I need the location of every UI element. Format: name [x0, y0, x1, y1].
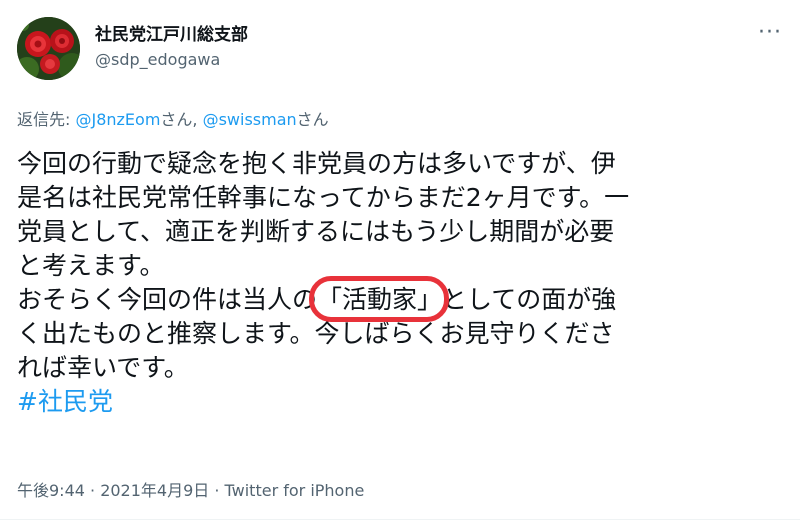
hashtag-link[interactable]: #社民党 — [17, 385, 787, 419]
tweet-text-segment: としての面が強 — [442, 285, 617, 314]
user-handle[interactable]: @sdp_edogawa — [95, 50, 220, 69]
tweet-text-line: 是名は社民党常任幹事になってからまだ2ヶ月です。一 — [17, 183, 630, 212]
reply-to-line: 返信先: @J8nzEomさん, @swissmanさん — [17, 106, 329, 130]
circled-phrase: 「活動家」 — [309, 276, 450, 322]
display-name[interactable]: 社民党江戸川総支部 — [95, 20, 248, 45]
avatar[interactable] — [17, 17, 80, 80]
tweet-text: 今回の行動で疑念を抱く非党員の方は多いですが、伊 是名は社民党常任幹事になってか… — [17, 147, 787, 419]
reply-mention-2[interactable]: @swissman — [203, 110, 297, 129]
reply-to-label: 返信先: — [17, 110, 76, 129]
reply-mention-1[interactable]: @J8nzEom — [75, 110, 160, 129]
divider — [0, 519, 800, 520]
tweet-text-line: く出たものと推察します。今しばらくお見守りくださ — [17, 319, 615, 348]
tweet-text-line: おそらく今回の件は当人の「活動家」 としての面が強 — [17, 276, 787, 322]
more-dots-icon[interactable]: ··· — [750, 18, 790, 48]
tweet-text-segment: おそらく今回の件は当人の — [17, 285, 318, 314]
tweet-timestamp-source[interactable]: 午後9:44 · 2021年4月9日 · Twitter for iPhone — [17, 477, 364, 501]
tweet-text-line: 今回の行動で疑念を抱く非党員の方は多いですが、伊 — [17, 149, 616, 178]
rose-flowers-avatar-icon — [17, 17, 80, 80]
red-annotation-circle — [309, 276, 450, 322]
reply-suffix-2: さん — [296, 110, 329, 129]
tweet-text-line: 党員として、適正を判断するにはもう少し期間が必要 — [17, 217, 615, 246]
tweet-text-line: れば幸いです。 — [17, 353, 189, 382]
reply-suffix-1: さん, — [160, 110, 203, 129]
tweet-card: 社民党江戸川総支部 @sdp_edogawa ··· 返信先: @J8nzEom… — [0, 0, 800, 532]
